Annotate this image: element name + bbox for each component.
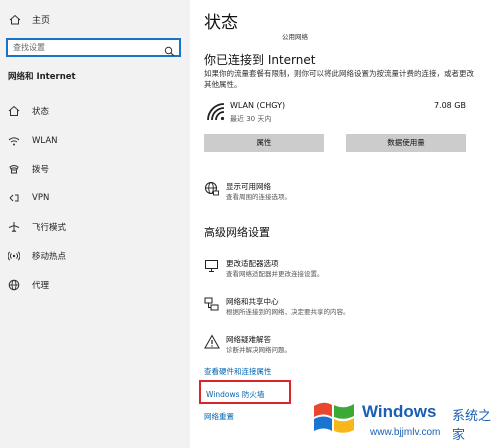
- home-label: 主页: [32, 16, 51, 26]
- vpn-icon: [8, 192, 20, 204]
- sidebar-item-label: VPN: [32, 193, 50, 203]
- dialup-icon: [8, 163, 20, 175]
- warning-icon: [204, 334, 220, 350]
- wlan-data-size: 7.08 GB: [433, 101, 466, 110]
- watermark-url: www.bjjmlv.com: [370, 427, 441, 438]
- data-usage-button[interactable]: 数据使用量: [346, 134, 466, 152]
- adapter-monitor-icon: [204, 258, 220, 274]
- hotspot-icon: [8, 250, 20, 262]
- hardware-properties-link[interactable]: 查看硬件和连接属性: [204, 366, 272, 377]
- properties-button[interactable]: 属性: [204, 134, 324, 152]
- sidebar-item-status[interactable]: 状态: [8, 103, 49, 119]
- sidebar-item-vpn[interactable]: VPN: [8, 190, 49, 206]
- sidebar-item-label: 拨号: [32, 165, 50, 175]
- sidebar: 主页 网络和 Internet 状态 WLAN 拨号 VPN: [0, 0, 190, 448]
- wifi-icon: [8, 135, 20, 147]
- wifi-signal-icon: [206, 102, 226, 122]
- search-box[interactable]: [6, 38, 181, 57]
- connected-heading: 你已连接到 Internet: [204, 53, 316, 67]
- page-title: 状态: [204, 13, 238, 33]
- home-nav-item[interactable]: 主页: [8, 13, 50, 26]
- troubleshooter-subtitle: 诊断并解决网络问题。: [226, 346, 291, 354]
- sidebar-item-wlan[interactable]: WLAN: [8, 133, 58, 149]
- sidebar-item-label: 状态: [32, 107, 50, 117]
- connected-description: 如果你的流量套餐有限制，则你可以将此网络设置为按流量计费的连接，或者更改其他属性…: [204, 69, 474, 89]
- advanced-settings-heading: 高级网络设置: [204, 226, 270, 239]
- sharing-center-subtitle: 根据所连接到的网络，决定要共享的内容。: [226, 308, 350, 316]
- firewall-link[interactable]: Windows 防火墙: [206, 389, 264, 400]
- wlan-name: WLAN (CHGY): [230, 101, 286, 110]
- show-networks-subtitle: 查看周围的连接选项。: [226, 193, 291, 201]
- airplane-icon: [8, 221, 20, 233]
- sidebar-item-proxy[interactable]: 代理: [8, 277, 49, 293]
- section-title: 网络和 Internet: [8, 72, 76, 82]
- globe-icon: [8, 279, 20, 291]
- watermark-brand: Windows: [362, 402, 437, 421]
- home-icon: [8, 14, 22, 26]
- sidebar-item-hotspot[interactable]: 移动热点: [8, 248, 66, 264]
- watermark: Windows 系统之家 www.bjjmlv.com: [302, 392, 500, 448]
- search-input[interactable]: [8, 43, 158, 52]
- wlan-connection-row: WLAN (CHGY) 最近 30 天内 7.08 GB: [204, 100, 466, 126]
- search-icon[interactable]: [164, 42, 175, 57]
- sidebar-item-dialup[interactable]: 拨号: [8, 161, 49, 177]
- home-network-icon: [8, 105, 20, 117]
- windows-logo-icon: [310, 398, 358, 442]
- wlan-period: 最近 30 天内: [230, 115, 272, 123]
- sidebar-item-label: 移动热点: [32, 252, 67, 262]
- network-reset-link[interactable]: 网络重置: [204, 411, 234, 422]
- network-globe-icon: [204, 181, 220, 197]
- sidebar-item-label: 飞行模式: [32, 223, 67, 233]
- sidebar-item-label: 代理: [32, 281, 50, 291]
- network-type-label: 公用网络: [282, 33, 308, 41]
- sidebar-item-airplane[interactable]: 飞行模式: [8, 219, 66, 235]
- watermark-cn: 系统之家: [452, 409, 492, 443]
- main-content: 状态 公用网络 你已连接到 Internet 如果你的流量套餐有限制，则你可以将…: [190, 0, 500, 448]
- adapter-options-subtitle: 查看网络适配器并更改连接设置。: [226, 270, 324, 278]
- sidebar-item-label: WLAN: [32, 136, 58, 146]
- sharing-network-icon: [204, 296, 220, 312]
